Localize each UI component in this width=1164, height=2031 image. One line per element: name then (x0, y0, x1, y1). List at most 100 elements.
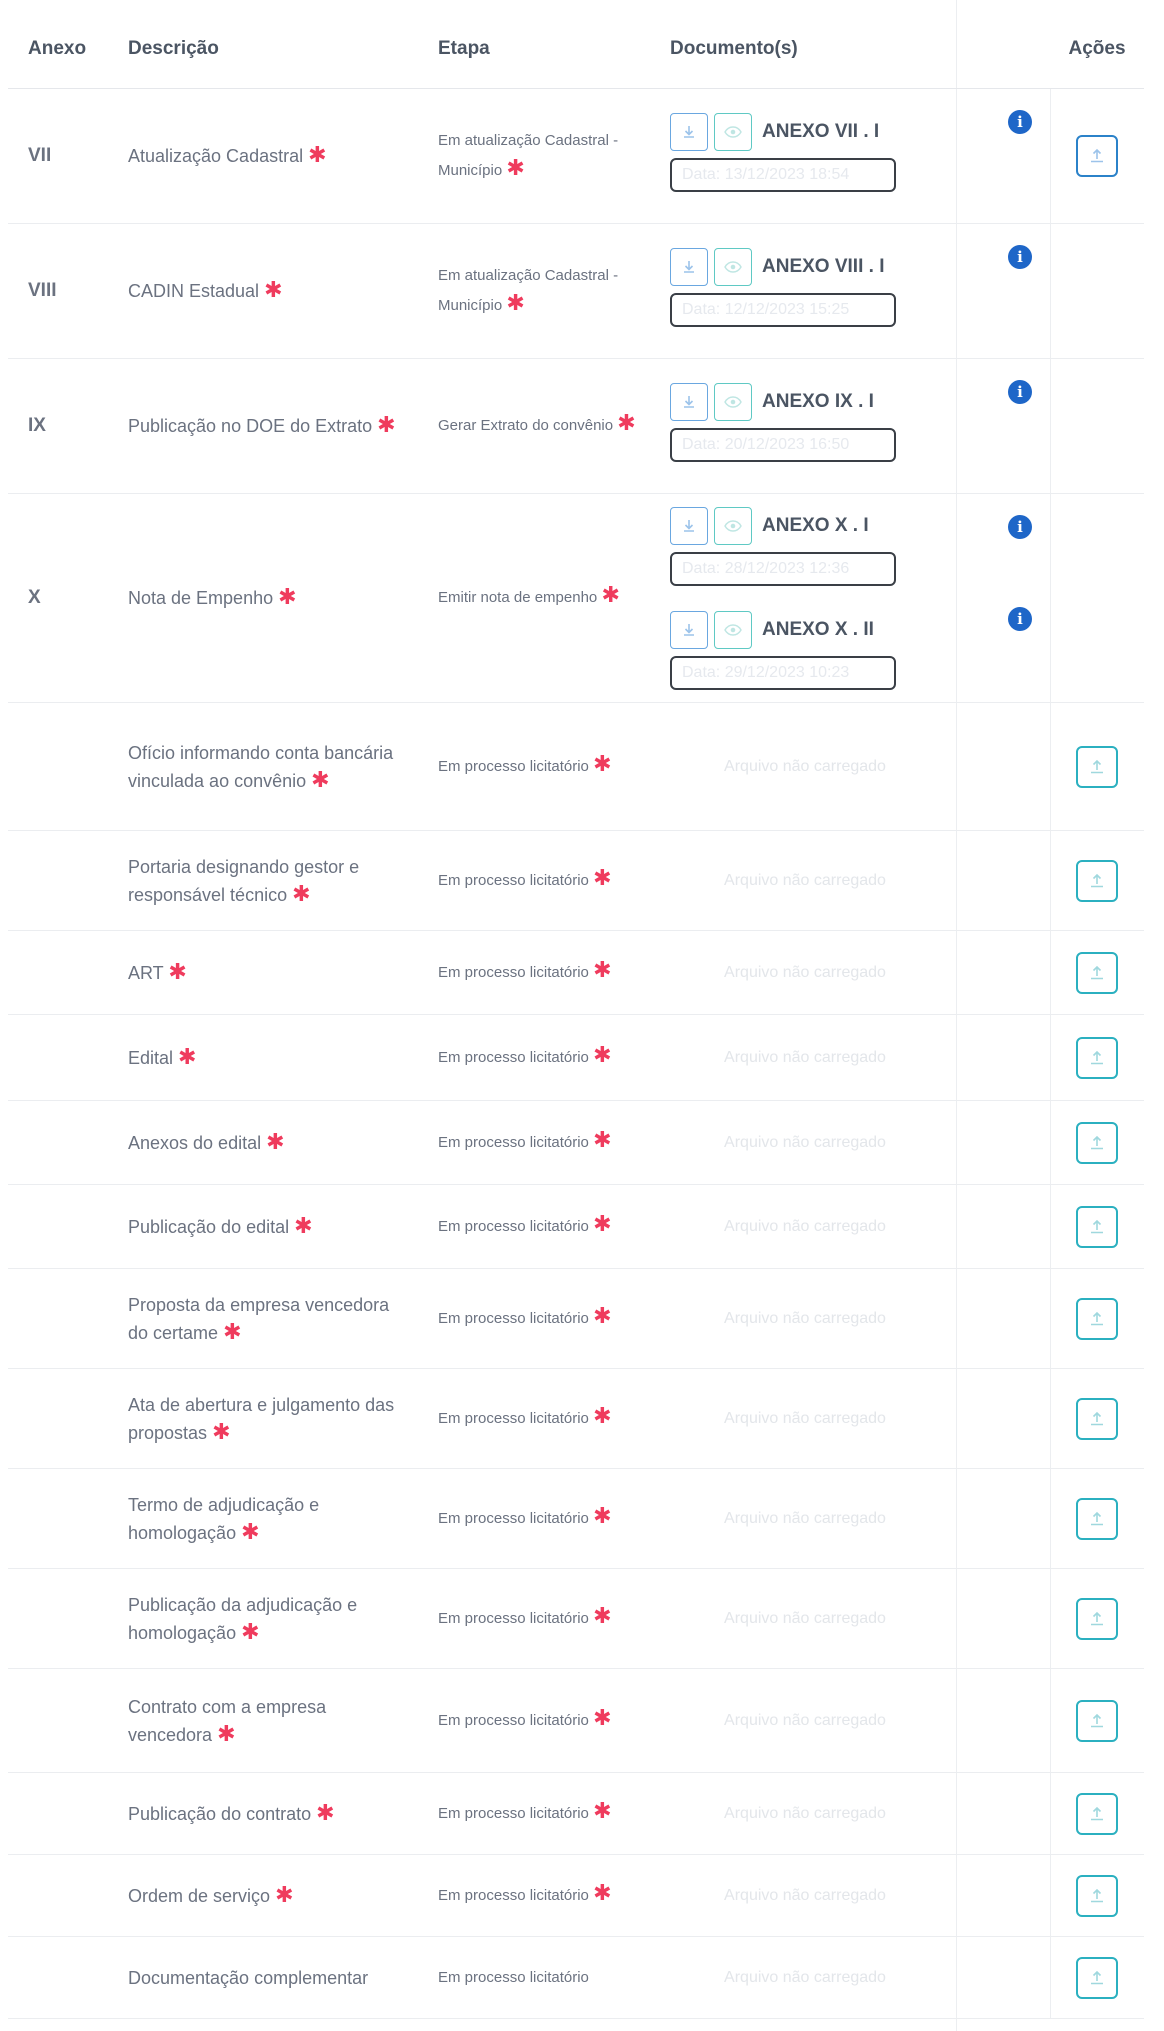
download-button[interactable] (670, 507, 708, 545)
info-cell (950, 1568, 1051, 1669)
required-star: ✱ (292, 880, 311, 906)
descricao-cell: Termo de adjudicação e homologação ✱ (108, 1468, 418, 1569)
download-button[interactable] (670, 383, 708, 421)
download-button[interactable] (670, 113, 708, 151)
anexo-cell: X (8, 493, 108, 703)
acoes-cell (1049, 88, 1145, 224)
empty-document-text: Arquivo não carregado (724, 1309, 886, 1327)
header-documentos: Documento(s) (650, 16, 1051, 89)
table-header-row: Anexo Descrição Etapa Documento(s) Ações (8, 16, 1145, 89)
etapa-text: Em processo licitatório (438, 1048, 589, 1066)
download-button[interactable] (670, 248, 708, 286)
info-cell (950, 1268, 1051, 1369)
acoes-cell (1049, 930, 1145, 1015)
acoes-cell (1049, 1468, 1145, 1569)
etapa-text: Em processo licitatório (438, 1711, 589, 1729)
header-descricao: Descrição (108, 16, 418, 89)
info-icon[interactable]: i (1008, 607, 1032, 631)
anexo-cell (8, 1568, 108, 1669)
upload-icon (1087, 1217, 1107, 1237)
descricao-text: Portaria designando gestor e responsável… (128, 856, 360, 905)
descricao-text: CADIN Estadual (128, 281, 260, 301)
download-icon (681, 518, 697, 534)
upload-button[interactable] (1076, 1121, 1119, 1164)
etapa-text: Em atualização Cadastral - Município (438, 267, 619, 314)
required-star: ✱ (178, 1043, 197, 1069)
etapa-cell: Em processo licitatório ✱ (418, 1772, 650, 1855)
eye-icon (724, 260, 742, 274)
anexo-cell (8, 1468, 108, 1569)
upload-icon (1087, 1968, 1107, 1988)
table-row: X Nota de Empenho ✱ Emitir nota de empenho… (8, 493, 1145, 703)
acoes-cell (1049, 1668, 1145, 1773)
upload-button[interactable] (1076, 1699, 1119, 1742)
upload-button[interactable] (1076, 1956, 1119, 1999)
etapa-cell: Em processo licitatório ✱ (418, 1184, 650, 1269)
view-button[interactable] (714, 113, 752, 151)
upload-button[interactable] (1076, 1297, 1119, 1340)
view-button[interactable] (714, 248, 752, 286)
upload-button[interactable] (1076, 1497, 1119, 1540)
etapa-text: Em processo licitatório (438, 871, 589, 889)
eye-icon (724, 623, 742, 637)
header-acoes: Ações (1050, 16, 1145, 89)
required-star: ✱ (241, 1618, 260, 1644)
descricao-text: Publicação no DOE do Extrato (128, 416, 373, 436)
download-button[interactable] (670, 611, 708, 649)
etapa-cell: Em processo licitatório ✱ (418, 1668, 650, 1773)
upload-button[interactable] (1076, 745, 1119, 788)
info-icon[interactable]: i (1008, 380, 1032, 404)
acoes-cell (1049, 493, 1145, 703)
required-star: ✱ (217, 1720, 236, 1746)
upload-button[interactable] (1076, 951, 1119, 994)
table-row: Anexos do edital ✱ Em processo licitatóri… (8, 1100, 1145, 1185)
upload-button[interactable] (1076, 1874, 1119, 1917)
info-icon[interactable]: i (1008, 245, 1032, 269)
document-entry: ANEXO X . I Data: 28/12/2023 12:36 (670, 506, 940, 598)
table-row: Publicação da adjudicação e homologação … (8, 1568, 1145, 1669)
etapa-text: Em processo licitatório (438, 1409, 589, 1427)
upload-button[interactable] (1076, 1597, 1119, 1640)
required-star: ✱ (308, 142, 327, 167)
anexo-cell (8, 830, 108, 931)
documentos-cell: Arquivo não carregado (650, 1184, 950, 1269)
documentos-cell: Arquivo não carregado (650, 1100, 950, 1185)
descricao-text: Nota de Empenho (128, 588, 274, 608)
descricao-text: Publicação do contrato (128, 1803, 312, 1824)
required-star: ✱ (593, 1041, 612, 1067)
document-name: ANEXO X . II (762, 619, 874, 640)
upload-button[interactable] (1076, 135, 1119, 177)
info-slot: i (950, 89, 1050, 189)
documentos-cell: Arquivo não carregado (650, 1368, 950, 1469)
upload-button[interactable] (1076, 1792, 1119, 1835)
empty-document-text: Arquivo não carregado (724, 1048, 886, 1066)
acoes-cell (1049, 830, 1145, 931)
documentos-cell: Arquivo não carregado (650, 1568, 950, 1669)
document-actions: ANEXO X . II (670, 610, 940, 650)
required-star: ✱ (593, 1502, 612, 1528)
required-star: ✱ (241, 1518, 260, 1544)
upload-button[interactable] (1076, 1205, 1119, 1248)
documentos-cell: Arquivo não carregado (650, 1668, 950, 1773)
document-date: Data: 12/12/2023 15:25 (670, 293, 896, 327)
acoes-cell (1049, 1772, 1145, 1855)
anexo-cell (8, 1268, 108, 1369)
info-slot: i (950, 494, 1050, 586)
required-star: ✱ (593, 1879, 612, 1905)
etapa-cell: Em processo licitatório ✱ (418, 1100, 650, 1185)
view-button[interactable] (714, 611, 752, 649)
upload-button[interactable] (1076, 1397, 1119, 1440)
view-button[interactable] (714, 507, 752, 545)
descricao-cell: Publicação da adjudicação e homologação … (108, 1568, 418, 1669)
info-icon[interactable]: i (1008, 515, 1032, 539)
upload-button[interactable] (1076, 859, 1119, 902)
info-icon[interactable]: i (1008, 110, 1032, 134)
etapa-cell: Em processo licitatório ✱ (418, 1268, 650, 1369)
upload-button[interactable] (1076, 1036, 1119, 1079)
etapa-text: Em processo licitatório (438, 1886, 589, 1904)
required-star: ✱ (168, 958, 187, 984)
info-slot: i (950, 586, 1050, 678)
view-button[interactable] (714, 383, 752, 421)
table-row: Proposta da empresa vencedora do certame… (8, 1268, 1145, 1369)
document-actions: ANEXO VIII . I (670, 247, 940, 287)
